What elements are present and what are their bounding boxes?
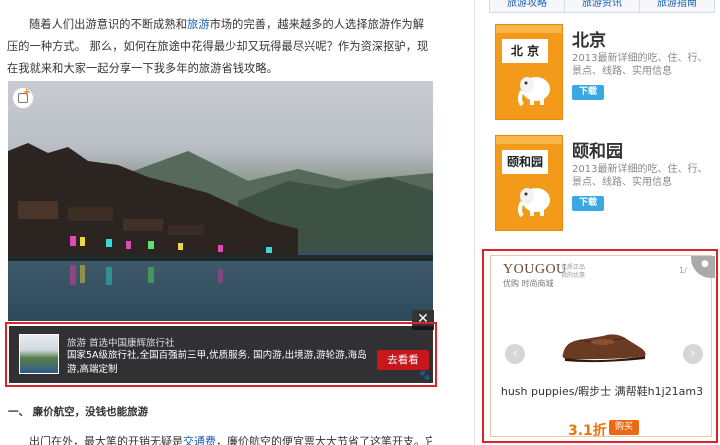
- guide-cover[interactable]: 北 京: [495, 24, 563, 120]
- sidebar-tabs: 旅游攻略 旅游资讯 旅游指南: [489, 0, 715, 13]
- shoe-product-image[interactable]: [559, 328, 649, 364]
- guide-title[interactable]: 北京: [572, 26, 606, 51]
- transport-fee-link[interactable]: 交通费: [183, 435, 216, 445]
- carousel-page-indicator: 1/: [679, 266, 687, 275]
- article: 随着人们出游意识的不断成熟和旅游市场的完善，越来越多的人选择旅游作为解压的一种方…: [0, 0, 445, 445]
- guide-subtitle: 2013最新详细的吃、住、行、景点、线路、实用信息: [572, 164, 708, 188]
- paw-icon: ●: [701, 259, 709, 269]
- guide-item-beijing: 北 京 北京 2013最新详细的吃、住、行、景点、线路、实用信息 下载: [495, 24, 715, 122]
- photo-ad-banner[interactable]: 旅游 首选中国康辉旅行社 国家5A级旅行社,全国百强前三甲,优质服务. 国内游,…: [9, 326, 433, 383]
- ad-thumbnail-image[interactable]: [19, 334, 59, 374]
- product-name[interactable]: hush puppies/暇步士 满帮鞋h1j21am3: [491, 384, 713, 399]
- yougou-tagline: 优质正品 我的优惠: [561, 264, 586, 279]
- article-intro-paragraph: 随着人们出游意识的不断成熟和旅游市场的完善，越来越多的人选择旅游作为解压的一种方…: [7, 14, 432, 80]
- photo-ad-overlay: 旅游 首选中国康辉旅行社 国家5A级旅行社,全国百强前三甲,优质服务. 国内游,…: [5, 322, 437, 387]
- download-button[interactable]: 下载: [572, 196, 604, 211]
- cover-label: 北 京: [502, 39, 548, 63]
- discount-label: 3.1折: [568, 423, 607, 439]
- travel-link[interactable]: 旅游: [187, 18, 210, 31]
- guide-title[interactable]: 颐和园: [572, 137, 623, 162]
- section-heading: 一、 廉价航空，没钱也能旅游: [8, 406, 149, 418]
- sidebar-ad[interactable]: YOUGOU 优购 时尚商城 优质正品 我的优惠 1/ ● ‹ › hush p…: [482, 249, 718, 443]
- add-to-album-icon[interactable]: +: [12, 87, 34, 109]
- tab-travel-news[interactable]: 旅游资讯: [565, 0, 640, 12]
- elephant-icon: [518, 188, 550, 218]
- cover-label: 颐和园: [502, 150, 548, 174]
- ad-go-button[interactable]: 去看看: [377, 350, 429, 370]
- para2-text-a: 出门在外，最大笔的开销无疑是: [29, 435, 183, 445]
- carousel-next-button[interactable]: ›: [683, 344, 703, 364]
- tab-travel-handbook[interactable]: 旅游指南: [640, 0, 714, 12]
- sidebar-ad-inner: YOUGOU 优购 时尚商城 优质正品 我的优惠 1/ ● ‹ › hush p…: [490, 255, 715, 439]
- guide-cover[interactable]: 颐和园: [495, 135, 563, 231]
- yougou-logo: YOUGOU: [503, 262, 567, 277]
- para2-text-b: ，廉价航空的便宜票大大节省了这笔开支。它为: [216, 435, 432, 445]
- ad-description: 国家5A级旅行社,全国百强前三甲,优质服务. 国内游,出境游,游轮游,海岛游,高…: [67, 350, 367, 375]
- article-paragraph-2: 出门在外，最大笔的开销无疑是交通费，廉价航空的便宜票大大节省了这笔开支。它为: [7, 433, 432, 445]
- town-scene-illustration: [8, 143, 433, 285]
- carousel-prev-button[interactable]: ‹: [505, 344, 525, 364]
- tab-travel-guides[interactable]: 旅游攻略: [490, 0, 565, 12]
- column-divider: [474, 0, 475, 445]
- ad-source-text: 旅游 首选中国康辉旅行社: [67, 338, 175, 349]
- yougou-logo-cn: 优购 时尚商城: [503, 279, 554, 288]
- buy-button[interactable]: 购买: [609, 420, 639, 435]
- ad-corner-badge: ●: [691, 256, 715, 278]
- guide-subtitle: 2013最新详细的吃、住、行、景点、线路、实用信息: [572, 53, 708, 77]
- paw-icon: 🐾: [419, 371, 431, 381]
- download-button[interactable]: 下载: [572, 85, 604, 100]
- fenghuang-photo: [8, 81, 433, 321]
- guide-item-summer-palace: 颐和园 颐和园 2013最新详细的吃、住、行、景点、线路、实用信息 下载: [495, 135, 715, 233]
- elephant-icon: [518, 77, 550, 107]
- intro-text-a: 随着人们出游意识的不断成熟和: [29, 18, 188, 31]
